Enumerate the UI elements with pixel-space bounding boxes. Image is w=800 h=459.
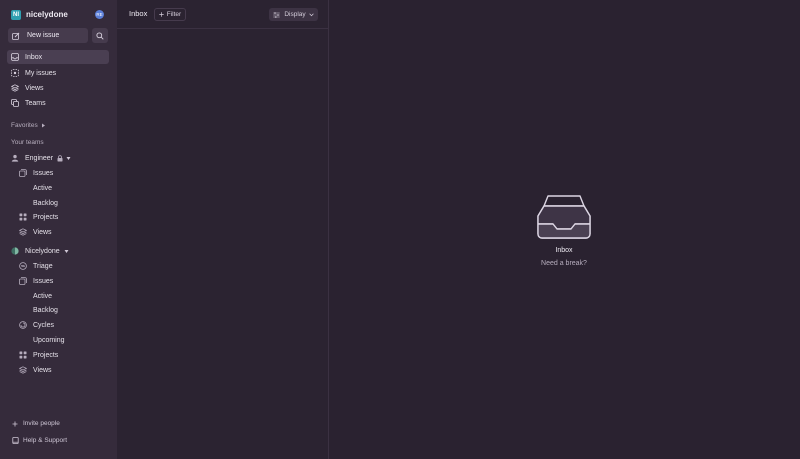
filter-label: Filter [166, 11, 182, 18]
plus-icon [159, 12, 164, 17]
new-issue-label: New issue [27, 32, 60, 39]
your-teams-label: Your teams [11, 139, 44, 146]
issues-icon [19, 169, 27, 177]
workspace-logo: NI [11, 9, 21, 20]
tree-item-label: Cycles [33, 321, 55, 329]
your-teams-section: Your teams [11, 139, 44, 146]
tree-item-label: Issues [33, 169, 54, 177]
workspace-switcher[interactable]: NI nicelydone [11, 8, 68, 21]
team-engineer[interactable]: Engineer [11, 152, 71, 164]
tree-item-label: Projects [33, 351, 59, 359]
team-nicelydone[interactable]: Nicelydone [11, 245, 69, 257]
filter-button[interactable]: Filter [154, 8, 186, 21]
help-support-button[interactable]: Help & Support [11, 437, 67, 444]
nicelydone-triage[interactable]: Triage [19, 260, 53, 272]
engineer-projects[interactable]: Projects [19, 211, 58, 223]
caret-down-icon [66, 156, 71, 161]
sliders-icon [273, 11, 281, 18]
new-issue-button[interactable]: New issue [8, 28, 88, 43]
nicelydone-projects[interactable]: Projects [19, 349, 58, 361]
tree-item-label: Projects [33, 213, 59, 221]
projects-icon [19, 351, 27, 359]
nicelydone-cycles-upcoming[interactable]: Upcoming [33, 334, 65, 346]
sidebar-item-my-issues[interactable]: My issues [7, 66, 109, 80]
sidebar-item-label: Views [25, 84, 44, 92]
teams-icon [11, 99, 19, 107]
compose-icon [12, 32, 20, 40]
nicelydone-issues[interactable]: Issues [19, 275, 53, 287]
sidebar-item-label: My issues [25, 69, 57, 77]
avatar[interactable]: RE [95, 10, 104, 19]
projects-icon [19, 213, 27, 221]
tree-item-label: Views [33, 366, 52, 374]
inbox-tray-icon [536, 194, 592, 242]
invite-people-label: Invite people [23, 420, 60, 427]
my-issues-icon [11, 69, 19, 77]
lock-icon [57, 154, 63, 162]
team-name: Engineer [25, 154, 54, 162]
sidebar-item-teams[interactable]: Teams [7, 96, 109, 110]
empty-state-subtitle: Need a break? [541, 260, 587, 267]
caret-right-icon [41, 123, 46, 128]
engineer-issues-active[interactable]: Active [33, 182, 52, 194]
team-name: Nicelydone [25, 247, 60, 255]
empty-state-title: Inbox [555, 247, 573, 254]
invite-people-button[interactable]: Invite people [11, 420, 60, 427]
search-button[interactable] [92, 28, 108, 43]
sidebar: NI nicelydone RE New issue Inbox My issu… [0, 0, 117, 459]
team-avatar-icon [11, 154, 19, 162]
nicelydone-cycles[interactable]: Cycles [19, 319, 54, 331]
caret-down-icon [64, 249, 69, 254]
chevron-down-icon [309, 13, 314, 17]
tree-item-label: Triage [33, 262, 53, 270]
engineer-views[interactable]: Views [19, 226, 52, 238]
nicelydone-views[interactable]: Views [19, 364, 52, 376]
inbox-list-pane: Inbox Filter Display [117, 0, 329, 459]
search-icon [96, 31, 104, 40]
sidebar-item-label: Teams [25, 99, 46, 107]
tree-item-label: Views [33, 228, 52, 236]
book-icon [11, 437, 19, 444]
views-icon [19, 366, 27, 374]
help-support-label: Help & Support [23, 437, 68, 444]
favorites-section[interactable]: Favorites [11, 122, 46, 129]
triage-icon [19, 262, 27, 270]
issues-icon [19, 277, 27, 285]
nicelydone-issues-active[interactable]: Active [33, 290, 52, 302]
cycles-icon [19, 321, 27, 329]
team-logo-icon [11, 247, 19, 255]
nicelydone-issues-backlog[interactable]: Backlog [33, 304, 58, 316]
views-icon [11, 84, 19, 92]
tree-item-label: Issues [33, 277, 54, 285]
views-icon [19, 228, 27, 236]
empty-state: Inbox Need a break? [536, 194, 592, 267]
sidebar-item-label: Inbox [25, 53, 43, 61]
engineer-issues-backlog[interactable]: Backlog [33, 197, 58, 209]
page-title: Inbox [129, 9, 148, 18]
display-button[interactable]: Display [269, 8, 318, 21]
workspace-name: nicelydone [26, 10, 68, 19]
favorites-label: Favorites [11, 122, 38, 129]
display-label: Display [284, 11, 306, 18]
sidebar-item-inbox[interactable]: Inbox [7, 50, 109, 64]
sidebar-item-views[interactable]: Views [7, 81, 109, 95]
plus-icon [11, 421, 19, 427]
engineer-issues[interactable]: Issues [19, 167, 53, 179]
inbox-icon [11, 53, 19, 61]
list-header: Inbox Filter Display [117, 0, 328, 29]
